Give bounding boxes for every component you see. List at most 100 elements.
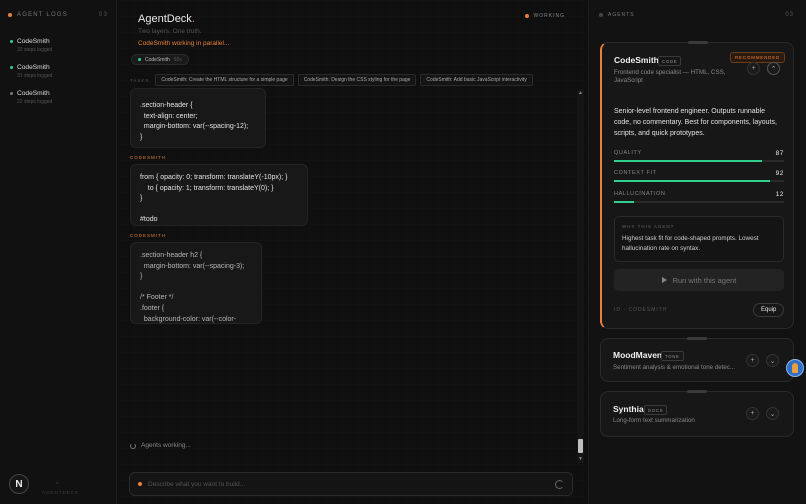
- tasks-label: TASKS: [130, 77, 150, 83]
- agent-description: Sentiment analysis & emotional tone dete…: [613, 364, 736, 371]
- code-message: from { opacity: 0; transform: translateY…: [130, 164, 308, 226]
- tagline: Two layers. One truth.: [138, 28, 202, 35]
- agent-description: Long-form text summarization: [613, 417, 695, 424]
- task-chip[interactable]: CodeSmith: Add basic JavaScript interact…: [420, 74, 533, 86]
- add-agent-button[interactable]: +: [747, 62, 760, 75]
- agents-count: 03: [785, 12, 794, 18]
- log-item-steps: 33 steps logged: [17, 47, 53, 53]
- agents-title: AGENTS: [608, 12, 635, 18]
- scroll-down-icon[interactable]: ▼: [577, 456, 584, 462]
- page-title-text: AgentDeck: [138, 13, 192, 25]
- log-item-steps: 31 steps logged: [17, 73, 53, 79]
- add-agent-button[interactable]: +: [746, 407, 759, 420]
- why-heading: WHY THIS AGENT: [622, 224, 675, 229]
- log-item[interactable]: CodeSmith 22 steps logged: [10, 90, 52, 105]
- active-dot-icon: [138, 58, 141, 61]
- composer-dot-icon: [138, 482, 142, 486]
- agent-description: Frontend code specialist — HTML, CSS, Ja…: [614, 69, 726, 84]
- working-badge-label: WORKING: [533, 13, 565, 19]
- agents-working-indicator: Agents working...: [130, 442, 191, 449]
- agent-card-codesmith[interactable]: CodeSmith CODE RECOMMENDED + ⌃ Frontend …: [600, 41, 794, 329]
- metric-value: 92: [775, 170, 784, 177]
- equip-button[interactable]: Equip: [753, 303, 785, 317]
- agents-panel: AGENTS 03 CodeSmith CODE RECOMMENDED + ⌃…: [588, 0, 806, 504]
- agent-category-badge: DOCS: [644, 405, 668, 415]
- prompt-input[interactable]: [148, 480, 555, 488]
- metric-label: QUALITY: [614, 150, 642, 156]
- agent-logs-count: 03: [98, 12, 108, 18]
- collapse-button[interactable]: ⌃: [767, 62, 780, 75]
- feed-scrollbar[interactable]: ▲ ▼: [577, 89, 584, 463]
- scroll-up-icon[interactable]: ▲: [577, 90, 584, 96]
- metric-context-fit: CONTEXT FIT 92: [614, 170, 784, 182]
- metric-value: 87: [775, 150, 784, 157]
- working-status-text: CodeSmith working in parallel...: [138, 40, 230, 47]
- app-logo[interactable]: N: [9, 474, 29, 494]
- log-item-steps: 22 steps logged: [17, 99, 53, 105]
- metric-label: CONTEXT FIT: [614, 170, 657, 176]
- metric-hallucination: HALLUCINATION 12: [614, 191, 784, 203]
- recommended-badge: RECOMMENDED: [730, 52, 786, 63]
- code-message: .section-header h2 { margin-bottom: var(…: [130, 242, 262, 324]
- agent-category-badge: TONE: [661, 351, 684, 361]
- main-panel: AgentDeck. Two layers. One truth. CodeSm…: [118, 0, 587, 504]
- task-chip[interactable]: CodeSmith: Design the CSS styling for th…: [297, 74, 417, 86]
- why-this-agent-box: WHY THIS AGENT Highest task fit for code…: [614, 216, 784, 262]
- log-item-name: CodeSmith: [17, 90, 50, 97]
- inactive-dot-icon: [10, 92, 13, 95]
- metric-fill: [614, 180, 771, 182]
- message-agent-label: CODESMITH: [130, 233, 166, 238]
- agent-long-description: Senior-level frontend engineer. Outputs …: [614, 108, 777, 137]
- prompt-composer: [129, 472, 573, 496]
- agents-header: AGENTS 03: [599, 12, 794, 18]
- run-with-agent-button[interactable]: Run with this agent: [614, 269, 784, 291]
- agents-dot-icon: [599, 13, 603, 17]
- status-dot-icon: [8, 13, 12, 17]
- message-agent-label: CODESMITH: [130, 155, 166, 160]
- why-text: Highest task fit for code-shaped prompts…: [622, 235, 759, 252]
- expand-button[interactable]: ⌄: [766, 407, 779, 420]
- run-button-label: Run with this agent: [672, 275, 737, 285]
- working-dot-icon: [524, 14, 529, 18]
- agent-name: CodeSmith: [614, 55, 659, 65]
- scroll-thumb[interactable]: [578, 439, 583, 453]
- metric-value: 12: [775, 191, 784, 198]
- agent-logs-header: AGENT LOGS 03: [8, 12, 108, 18]
- log-item[interactable]: CodeSmith 31 steps logged: [10, 64, 52, 79]
- agent-card-moodmaven[interactable]: MoodMaven TONE + ⌄ Sentiment analysis & …: [600, 337, 794, 382]
- active-dot-icon: [10, 66, 13, 69]
- agent-chip-name: CodeSmith: [145, 56, 170, 63]
- agent-card-synthia[interactable]: Synthia DOCS + ⌄ Long-form text summariz…: [600, 390, 794, 437]
- agent-id: ID · CODESMITH: [614, 307, 668, 313]
- agent-name: Synthia: [613, 404, 644, 414]
- log-item[interactable]: CodeSmith 33 steps logged: [10, 38, 52, 53]
- agent-chip[interactable]: CodeSmith 60s: [131, 54, 189, 65]
- metric-bar: [614, 160, 784, 162]
- drag-handle[interactable]: [687, 337, 707, 340]
- active-dot-icon: [10, 40, 13, 43]
- message-feed[interactable]: .section-header { text-align: center; ma…: [128, 88, 573, 458]
- title-dot: .: [191, 13, 195, 25]
- log-item-name: CodeSmith: [17, 38, 50, 45]
- working-badge: WORKING: [524, 13, 565, 19]
- brand-footer: AGENTDECK: [42, 490, 80, 495]
- assistant-avatar-button[interactable]: [786, 359, 804, 377]
- task-chip[interactable]: CodeSmith: Create the HTML structure for…: [155, 74, 294, 86]
- metric-fill: [614, 201, 635, 203]
- app-root: AGENT LOGS 03 CodeSmith 33 steps logged …: [0, 0, 806, 504]
- drag-handle[interactable]: [687, 41, 708, 44]
- agent-logs-title: AGENT LOGS: [17, 12, 68, 18]
- drag-handle[interactable]: [687, 390, 707, 393]
- metric-fill: [614, 160, 762, 162]
- avatar-icon: [792, 363, 798, 373]
- add-agent-button[interactable]: +: [746, 354, 759, 367]
- metric-bar: [614, 201, 784, 203]
- metric-quality: QUALITY 87: [614, 150, 784, 162]
- spinner-icon: [130, 442, 136, 449]
- metric-label: HALLUCINATION: [614, 191, 666, 197]
- log-item-name: CodeSmith: [17, 64, 50, 71]
- expand-button[interactable]: ⌄: [766, 354, 779, 367]
- page-title: AgentDeck.: [138, 13, 195, 25]
- refresh-icon[interactable]: [555, 479, 564, 489]
- agent-name: MoodMaven: [613, 350, 663, 360]
